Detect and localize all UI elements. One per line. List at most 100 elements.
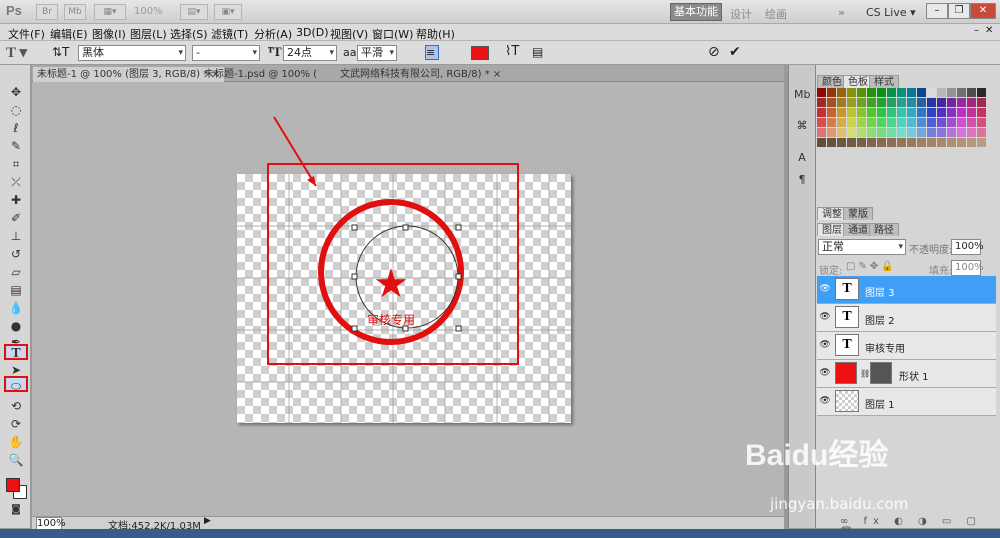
swatch bbox=[927, 108, 936, 117]
visibility-eye-icon[interactable]: 👁 bbox=[819, 340, 831, 350]
swatch bbox=[867, 118, 876, 127]
annotation-box bbox=[267, 163, 519, 365]
swatch bbox=[847, 118, 856, 127]
windows-taskbar bbox=[0, 529, 1000, 538]
swatch bbox=[927, 118, 936, 127]
swatch bbox=[967, 98, 976, 107]
swatch bbox=[937, 88, 946, 97]
annotation-arrow bbox=[273, 116, 317, 187]
swatch bbox=[947, 138, 956, 147]
visibility-eye-icon[interactable]: 👁 bbox=[819, 368, 831, 378]
layer-name: 形状 1 bbox=[899, 372, 929, 383]
swatch bbox=[947, 118, 956, 127]
swatch bbox=[817, 88, 826, 97]
swatch bbox=[817, 98, 826, 107]
paragraph-panel-icon[interactable]: ¶ bbox=[794, 172, 810, 188]
tab-paths[interactable]: 路径 bbox=[869, 223, 899, 236]
swatch bbox=[937, 128, 946, 137]
swatch bbox=[887, 128, 896, 137]
swatch bbox=[887, 108, 896, 117]
swatch bbox=[947, 88, 956, 97]
swatch bbox=[937, 108, 946, 117]
clone-source-panel-icon[interactable]: ⌘ bbox=[794, 118, 810, 134]
tab-masks[interactable]: 蒙版 bbox=[843, 207, 873, 220]
baidu-watermark: Baidu经验 bbox=[745, 439, 889, 472]
swatch bbox=[967, 128, 976, 137]
layer-name: 图层 1 bbox=[865, 400, 895, 411]
swatch bbox=[857, 128, 866, 137]
swatch bbox=[837, 128, 846, 137]
swatch bbox=[917, 128, 926, 137]
swatch bbox=[857, 108, 866, 117]
layer-row[interactable]: 👁 T 审核专用 bbox=[817, 332, 996, 360]
visibility-eye-icon[interactable]: 👁 bbox=[819, 284, 831, 294]
swatch bbox=[877, 98, 886, 107]
swatch bbox=[957, 108, 966, 117]
swatch bbox=[877, 118, 886, 127]
lock-icons[interactable]: ▢✎✥🔒 bbox=[846, 261, 897, 272]
swatch bbox=[937, 98, 946, 107]
blend-mode-select[interactable]: 正常 ▾ bbox=[818, 239, 906, 255]
swatch bbox=[967, 118, 976, 127]
swatch bbox=[867, 108, 876, 117]
fill-label: 填充: bbox=[929, 266, 953, 277]
swatch bbox=[977, 138, 986, 147]
swatch bbox=[897, 118, 906, 127]
chevron-down-icon: ▾ bbox=[898, 242, 903, 252]
swatch bbox=[817, 138, 826, 147]
swatch bbox=[927, 138, 936, 147]
layer-row[interactable]: 👁 ⛓ 形状 1 bbox=[817, 360, 996, 388]
swatch bbox=[957, 88, 966, 97]
swatch bbox=[847, 128, 856, 137]
visibility-eye-icon[interactable]: 👁 bbox=[819, 312, 831, 322]
shape-color-thumbnail bbox=[835, 362, 857, 384]
layer-thumbnail: T bbox=[835, 306, 859, 328]
layer-thumbnail bbox=[835, 390, 859, 412]
tab-styles[interactable]: 样式 bbox=[869, 75, 899, 88]
layer-row[interactable]: 👁 图层 1 bbox=[817, 388, 996, 416]
swatch bbox=[907, 118, 916, 127]
swatches-grid[interactable] bbox=[817, 88, 993, 150]
swatch bbox=[977, 128, 986, 137]
swatch bbox=[967, 138, 976, 147]
swatch bbox=[897, 138, 906, 147]
swatch bbox=[897, 108, 906, 117]
swatch bbox=[857, 118, 866, 127]
swatch bbox=[877, 128, 886, 137]
swatch bbox=[887, 98, 896, 107]
swatch bbox=[837, 118, 846, 127]
swatch bbox=[827, 128, 836, 137]
swatch bbox=[857, 88, 866, 97]
swatch bbox=[897, 98, 906, 107]
swatch bbox=[917, 138, 926, 147]
swatch bbox=[907, 88, 916, 97]
opacity-input[interactable]: 100% bbox=[951, 239, 984, 255]
swatch bbox=[867, 98, 876, 107]
swatch bbox=[837, 88, 846, 97]
visibility-eye-icon[interactable]: 👁 bbox=[819, 396, 831, 406]
swatch bbox=[817, 118, 826, 127]
swatch bbox=[847, 138, 856, 147]
swatch bbox=[957, 138, 966, 147]
swatch bbox=[967, 88, 976, 97]
swatch bbox=[867, 88, 876, 97]
swatch bbox=[957, 118, 966, 127]
layer-name: 图层 2 bbox=[865, 316, 895, 327]
mini-bridge-panel-icon[interactable]: Mb bbox=[794, 87, 810, 103]
swatch bbox=[977, 118, 986, 127]
swatch bbox=[857, 138, 866, 147]
swatch bbox=[937, 118, 946, 127]
layer-row[interactable]: 👁 T 图层 3 bbox=[817, 276, 996, 304]
swatch bbox=[977, 88, 986, 97]
character-panel-icon[interactable]: A bbox=[794, 150, 810, 166]
layer-row[interactable]: 👁 T 图层 2 bbox=[817, 304, 996, 332]
swatch bbox=[877, 108, 886, 117]
swatch bbox=[907, 108, 916, 117]
status-menu-arrow-icon[interactable]: ▶ bbox=[204, 516, 211, 526]
vector-mask-thumbnail bbox=[870, 362, 892, 384]
swatch bbox=[897, 128, 906, 137]
blend-mode-value: 正常 bbox=[822, 240, 844, 253]
opacity-label: 不透明度: bbox=[909, 245, 953, 256]
fill-input[interactable]: 100% bbox=[951, 260, 984, 276]
swatch bbox=[847, 108, 856, 117]
